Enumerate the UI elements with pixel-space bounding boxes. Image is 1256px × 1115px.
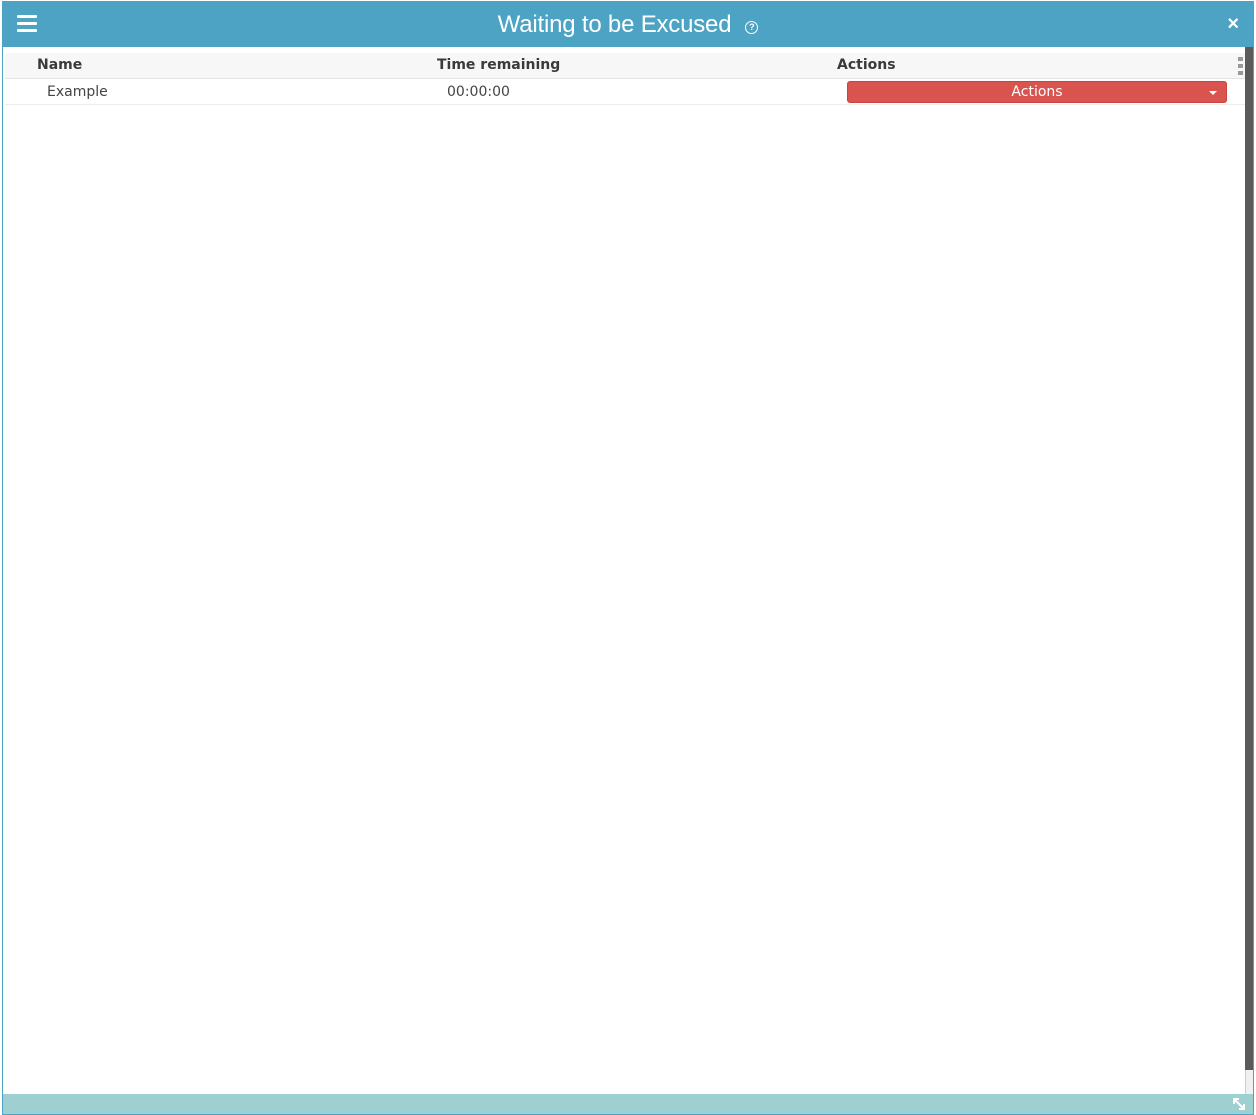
actions-button-label: Actions <box>1011 84 1063 100</box>
close-icon[interactable]: × <box>1227 12 1239 36</box>
waiting-to-be-excused-window: Waiting to be Excused ? × Name Time rema… <box>2 1 1254 1115</box>
grid-header-row: Name Time remaining Actions <box>5 53 1245 79</box>
column-header-time-remaining[interactable]: Time remaining <box>437 53 560 79</box>
column-header-name[interactable]: Name <box>37 53 82 79</box>
caret-down-icon <box>1209 91 1217 95</box>
vertical-scrollbar[interactable] <box>1245 47 1253 1094</box>
row-name-cell: Example <box>47 84 108 100</box>
title-wrap: Waiting to be Excused ? <box>3 2 1253 47</box>
resize-diagonal-icon[interactable] <box>1231 1096 1247 1112</box>
scrollbar-end-cap <box>1245 1070 1253 1094</box>
column-header-actions[interactable]: Actions <box>837 53 896 79</box>
data-grid: Name Time remaining Actions Example 00:0… <box>5 47 1245 1094</box>
help-icon[interactable]: ? <box>745 21 759 34</box>
window-titlebar: Waiting to be Excused ? × <box>3 2 1253 47</box>
window-title: Waiting to be Excused <box>497 10 732 38</box>
window-footer <box>3 1094 1253 1114</box>
column-menu-icon[interactable] <box>1238 57 1243 75</box>
hamburger-menu-icon[interactable] <box>17 14 37 34</box>
actions-dropdown-button[interactable]: Actions <box>847 81 1227 103</box>
table-row[interactable]: Example 00:00:00 Actions <box>5 79 1245 105</box>
row-time-remaining-cell: 00:00:00 <box>447 84 510 100</box>
